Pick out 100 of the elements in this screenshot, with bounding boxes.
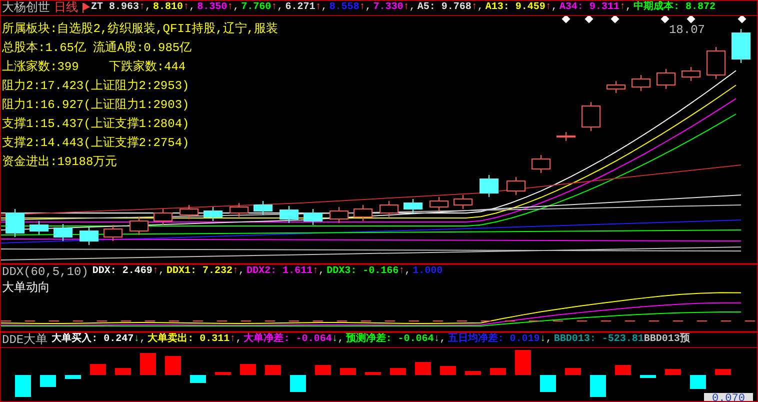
indicator-title: DDX(60,5,10)	[2, 265, 88, 279]
indicator-reading: ZT 8.963	[91, 1, 140, 15]
candlestick	[204, 206, 222, 222]
separator: ,	[158, 265, 164, 279]
candlestick	[280, 206, 298, 224]
indicator-reading: 1.000	[412, 265, 443, 279]
panel-subtitle: 大单动向	[1, 280, 50, 296]
dde-bar	[15, 375, 31, 397]
trend-arrow: ↑	[359, 1, 366, 15]
dde-bar	[640, 375, 656, 378]
candlestick	[632, 74, 650, 92]
indicator-reading: DDX2: 1.611	[246, 265, 313, 279]
candlestick	[706, 46, 726, 80]
indicator-reading: 8.810	[153, 1, 184, 15]
candlestick	[532, 154, 550, 174]
dde-bar	[290, 375, 306, 392]
separator: ,	[189, 1, 196, 15]
info-text: 支撑1:15.437(上证支撑1:2804)	[2, 116, 190, 132]
info-text: 上涨家数:399	[2, 58, 79, 75]
separator: ,	[318, 265, 325, 279]
trend-arrow: ↑	[230, 333, 236, 347]
diamond-marker-icon	[660, 15, 670, 24]
candlestick	[180, 204, 198, 220]
info-text: 阻力1:16.927(上证阻力1:2903)	[2, 97, 190, 113]
indicator-title: DDE大单	[2, 333, 48, 347]
dde-bar	[315, 365, 331, 375]
indicator-reading: A5: 9.768	[417, 1, 472, 15]
candlestick	[80, 226, 98, 246]
separator: ,	[321, 1, 328, 15]
indicator-reading: A13: 9.459	[485, 1, 546, 15]
dde-bar	[540, 375, 556, 392]
separator: ,	[238, 265, 245, 279]
dde-bar	[240, 364, 256, 375]
candlestick	[54, 224, 72, 242]
dde-bar	[390, 368, 406, 375]
trend-arrow: ↑	[232, 265, 238, 279]
trend-arrow: ↑	[315, 1, 322, 15]
candlestick	[404, 198, 422, 214]
period-label: 日线	[54, 1, 78, 15]
candlestick	[330, 206, 348, 224]
trend-arrow: ↑	[619, 1, 626, 15]
trend-arrow: ↑	[471, 1, 478, 15]
trend-arrow: ↑	[545, 1, 552, 15]
indicator-reading: 7.760	[241, 1, 272, 15]
separator: ,	[140, 333, 146, 347]
indicator-reading: DDX: 2.469	[92, 265, 152, 279]
dde-bar	[440, 366, 456, 375]
trend-arrow: ↑	[403, 1, 410, 15]
trend-arrow: ↓	[134, 333, 140, 347]
indicator-reading: 8.558	[329, 1, 360, 15]
dde-bar	[65, 375, 81, 379]
candlestick	[506, 176, 526, 196]
separator: ,	[546, 333, 552, 347]
indicator-reading: BBD013预	[644, 333, 690, 347]
indicator-reading: DDX3: -0.166	[326, 265, 399, 279]
diamond-marker-icon	[584, 15, 594, 24]
dde-bar	[215, 372, 231, 375]
trend-arrow: ↓	[434, 333, 440, 347]
dde-bar	[115, 368, 131, 375]
dde-bar	[590, 375, 606, 397]
stock-name: 大杨创世	[2, 1, 50, 15]
trend-arrow: ↑	[271, 1, 278, 15]
candlestick	[380, 200, 398, 218]
trend-arrow: ↑	[152, 265, 158, 279]
candlestick	[656, 68, 676, 90]
trend-arrow: ↑	[183, 1, 190, 15]
dde-bar	[415, 362, 431, 375]
indicator-reading: 6.271	[285, 1, 316, 15]
candlestick	[130, 216, 148, 236]
trend-arrow: ↓	[540, 333, 546, 347]
candlestick	[480, 174, 498, 198]
candlestick	[230, 202, 248, 218]
indicator-reading: 7.330	[373, 1, 404, 15]
info-text: 阻力2:17.423(上证阻力2:2953)	[2, 78, 190, 94]
candlestick	[606, 80, 626, 94]
dde-bar	[615, 365, 631, 375]
dde-bar	[90, 364, 106, 375]
price-high-label: 18.07	[668, 23, 705, 37]
indicator-reading: A34: 9.311	[559, 1, 620, 15]
separator: ,	[338, 333, 344, 347]
dde-bar	[365, 372, 381, 375]
dde-bar	[40, 375, 56, 387]
separator: ,	[236, 333, 242, 347]
info-text: 资金进出:19188万元	[2, 154, 118, 170]
indicator-reading: 预测净差: -0.064	[346, 333, 434, 347]
diamond-marker-icon	[738, 15, 746, 24]
dde-bar	[165, 356, 181, 375]
dde-bar	[340, 368, 356, 375]
dde-bar	[265, 365, 281, 375]
separator: ,	[233, 1, 240, 15]
separator: ,	[277, 1, 284, 15]
candlestick	[732, 28, 750, 64]
dde-bar	[190, 375, 206, 383]
candlestick	[430, 196, 448, 212]
candlestick	[104, 224, 122, 242]
separator: ,	[477, 1, 484, 15]
info-text: 总股本:1.65亿 流通A股:0.985亿	[2, 40, 192, 56]
indicator-reading: BBD013: -523.81	[554, 333, 644, 347]
info-text: 下跌家数:444	[108, 58, 186, 75]
candlestick	[354, 204, 372, 222]
